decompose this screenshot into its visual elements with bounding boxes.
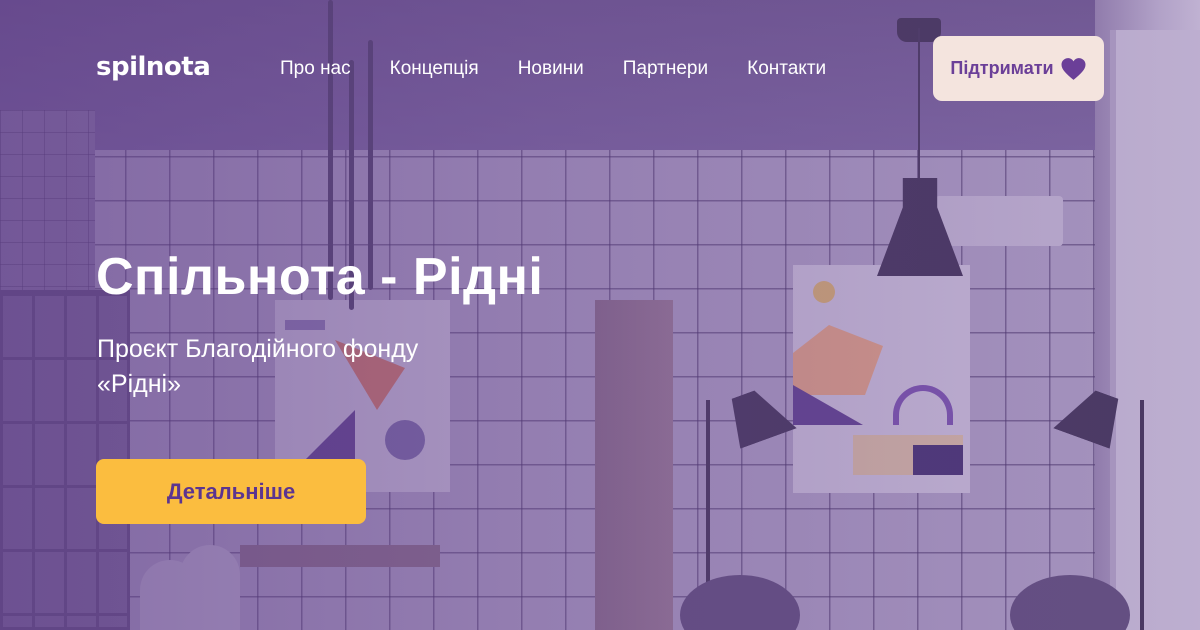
support-button-label: Підтримати	[950, 58, 1054, 78]
site-header: spilnota Про нас Концепція Новини Партне…	[0, 0, 1200, 140]
main-nav: Про нас Концепція Новини Партнери Контак…	[280, 58, 826, 80]
nav-link-contacts[interactable]: Контакти	[747, 58, 826, 80]
nav-link-about[interactable]: Про нас	[280, 58, 351, 80]
nav-link-news[interactable]: Новини	[518, 58, 584, 80]
heart-icon	[1060, 57, 1087, 81]
nav-link-partners[interactable]: Партнери	[623, 58, 708, 80]
hero-subtitle: Проєкт Благодійного фонду «Рідні»	[97, 335, 419, 398]
nav-link-concept[interactable]: Концепція	[390, 58, 479, 80]
support-button[interactable]: Підтримати	[933, 36, 1104, 101]
page-title: Спільнота - Рідні	[96, 248, 544, 306]
logo[interactable]: spilnota	[96, 52, 211, 82]
hero-section: spilnota Про нас Концепція Новини Партне…	[0, 0, 1200, 630]
details-button[interactable]: Детальніше	[96, 459, 366, 524]
details-button-label: Детальніше	[166, 478, 296, 504]
